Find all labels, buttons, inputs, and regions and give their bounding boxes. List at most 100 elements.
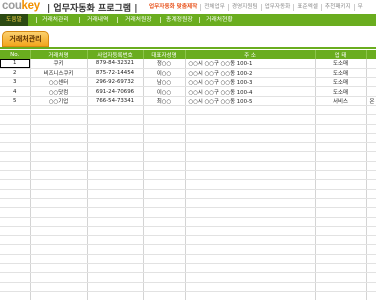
empty-cell[interactable] — [143, 151, 186, 162]
empty-cell[interactable] — [87, 263, 144, 274]
top-nav-custom[interactable]: 업무자동화 맞춤제작 — [146, 4, 200, 11]
empty-cell[interactable] — [366, 170, 376, 181]
empty-cell[interactable] — [315, 105, 367, 116]
cell-no[interactable]: 2 — [0, 68, 31, 79]
empty-cell[interactable] — [30, 282, 88, 292]
empty-cell[interactable] — [30, 207, 88, 218]
cell-address[interactable]: ○○시 ○○구 ○○동 100-3 — [185, 77, 316, 88]
empty-cell[interactable] — [185, 207, 316, 218]
empty-cell[interactable] — [315, 272, 367, 283]
empty-cell[interactable] — [87, 272, 144, 283]
cell-business-type[interactable]: 도소매 — [315, 77, 367, 88]
empty-cell[interactable] — [87, 207, 144, 218]
empty-cell[interactable] — [87, 114, 144, 125]
empty-cell[interactable] — [366, 142, 376, 153]
empty-table-row[interactable] — [0, 235, 376, 246]
empty-cell[interactable] — [185, 244, 316, 255]
empty-cell[interactable] — [366, 124, 376, 134]
cell-business-number[interactable]: 879-84-32321 — [87, 59, 144, 69]
empty-cell[interactable] — [366, 291, 376, 300]
cell-business-number[interactable]: 691-24-70696 — [87, 86, 144, 97]
empty-cell[interactable] — [315, 161, 367, 172]
empty-cell[interactable] — [30, 124, 88, 134]
top-nav-all[interactable]: 전체업무 — [200, 4, 228, 11]
empty-cell[interactable] — [143, 170, 186, 181]
cell-business-type[interactable]: 도소매 — [315, 68, 367, 79]
table-row[interactable]: 4 ○○닷컴 691-24-70696 이○○ ○○시 ○○구 ○○동 100-4 도소매 — [0, 86, 376, 97]
menu-client-status[interactable]: 거래처현황 — [206, 14, 233, 26]
empty-table-row[interactable] — [0, 263, 376, 274]
empty-cell[interactable] — [0, 263, 31, 274]
cell-representative[interactable]: 이○○ — [143, 86, 186, 97]
empty-cell[interactable] — [87, 254, 144, 265]
empty-cell[interactable] — [143, 217, 186, 227]
empty-cell[interactable] — [0, 105, 31, 116]
empty-cell[interactable] — [0, 142, 31, 153]
cell-business-type[interactable]: 서비스 — [315, 96, 367, 107]
empty-cell[interactable] — [30, 198, 88, 209]
empty-cell[interactable] — [315, 198, 367, 209]
empty-table-row[interactable] — [0, 105, 376, 116]
empty-cell[interactable] — [366, 114, 376, 125]
empty-cell[interactable] — [143, 105, 186, 116]
empty-cell[interactable] — [185, 142, 316, 153]
empty-cell[interactable] — [143, 124, 186, 134]
cell-extra[interactable] — [366, 59, 376, 69]
empty-cell[interactable] — [185, 263, 316, 274]
empty-cell[interactable] — [366, 244, 376, 255]
empty-table-row[interactable] — [0, 244, 376, 255]
empty-cell[interactable] — [87, 235, 144, 246]
empty-cell[interactable] — [30, 263, 88, 274]
empty-table-row[interactable] — [0, 272, 376, 283]
empty-cell[interactable] — [0, 151, 31, 162]
cell-representative[interactable]: 최○○ — [143, 96, 186, 107]
empty-cell[interactable] — [143, 254, 186, 265]
empty-cell[interactable] — [143, 244, 186, 255]
cell-business-type[interactable]: 도소매 — [315, 86, 367, 97]
empty-cell[interactable] — [87, 170, 144, 181]
empty-cell[interactable] — [0, 179, 31, 190]
empty-cell[interactable] — [315, 263, 367, 274]
empty-cell[interactable] — [185, 179, 316, 190]
cell-extra[interactable] — [366, 86, 376, 97]
top-nav-automation[interactable]: 업무자동화 — [260, 4, 294, 11]
empty-cell[interactable] — [315, 226, 367, 237]
empty-cell[interactable] — [87, 161, 144, 172]
cell-extra[interactable]: 온 — [366, 96, 376, 107]
empty-table-row[interactable] — [0, 142, 376, 153]
empty-cell[interactable] — [87, 179, 144, 190]
empty-table-row[interactable] — [0, 114, 376, 125]
cell-representative[interactable]: 정○○ — [143, 59, 186, 69]
empty-cell[interactable] — [315, 291, 367, 300]
empty-cell[interactable] — [143, 207, 186, 218]
empty-table-row[interactable] — [0, 207, 376, 218]
empty-cell[interactable] — [30, 217, 88, 227]
empty-cell[interactable] — [30, 235, 88, 246]
empty-cell[interactable] — [87, 244, 144, 255]
empty-cell[interactable] — [143, 179, 186, 190]
empty-cell[interactable] — [366, 151, 376, 162]
empty-cell[interactable] — [0, 272, 31, 283]
empty-cell[interactable] — [315, 282, 367, 292]
empty-cell[interactable] — [185, 254, 316, 265]
empty-cell[interactable] — [30, 133, 88, 144]
empty-cell[interactable] — [87, 142, 144, 153]
empty-cell[interactable] — [30, 105, 88, 116]
cell-client-name[interactable]: ○○기업 — [30, 96, 88, 107]
empty-cell[interactable] — [0, 161, 31, 172]
cell-no[interactable]: 4 — [0, 86, 31, 97]
empty-cell[interactable] — [143, 133, 186, 144]
empty-cell[interactable] — [366, 254, 376, 265]
empty-table-row[interactable] — [0, 282, 376, 292]
empty-cell[interactable] — [315, 124, 367, 134]
empty-cell[interactable] — [143, 263, 186, 274]
empty-cell[interactable] — [87, 226, 144, 237]
cell-representative[interactable]: 이○○ — [143, 68, 186, 79]
top-nav-free[interactable]: 무 — [353, 4, 366, 11]
empty-cell[interactable] — [143, 198, 186, 209]
empty-cell[interactable] — [143, 235, 186, 246]
cell-representative[interactable]: 남○○ — [143, 77, 186, 88]
empty-cell[interactable] — [185, 114, 316, 125]
empty-cell[interactable] — [185, 235, 316, 246]
empty-cell[interactable] — [87, 151, 144, 162]
